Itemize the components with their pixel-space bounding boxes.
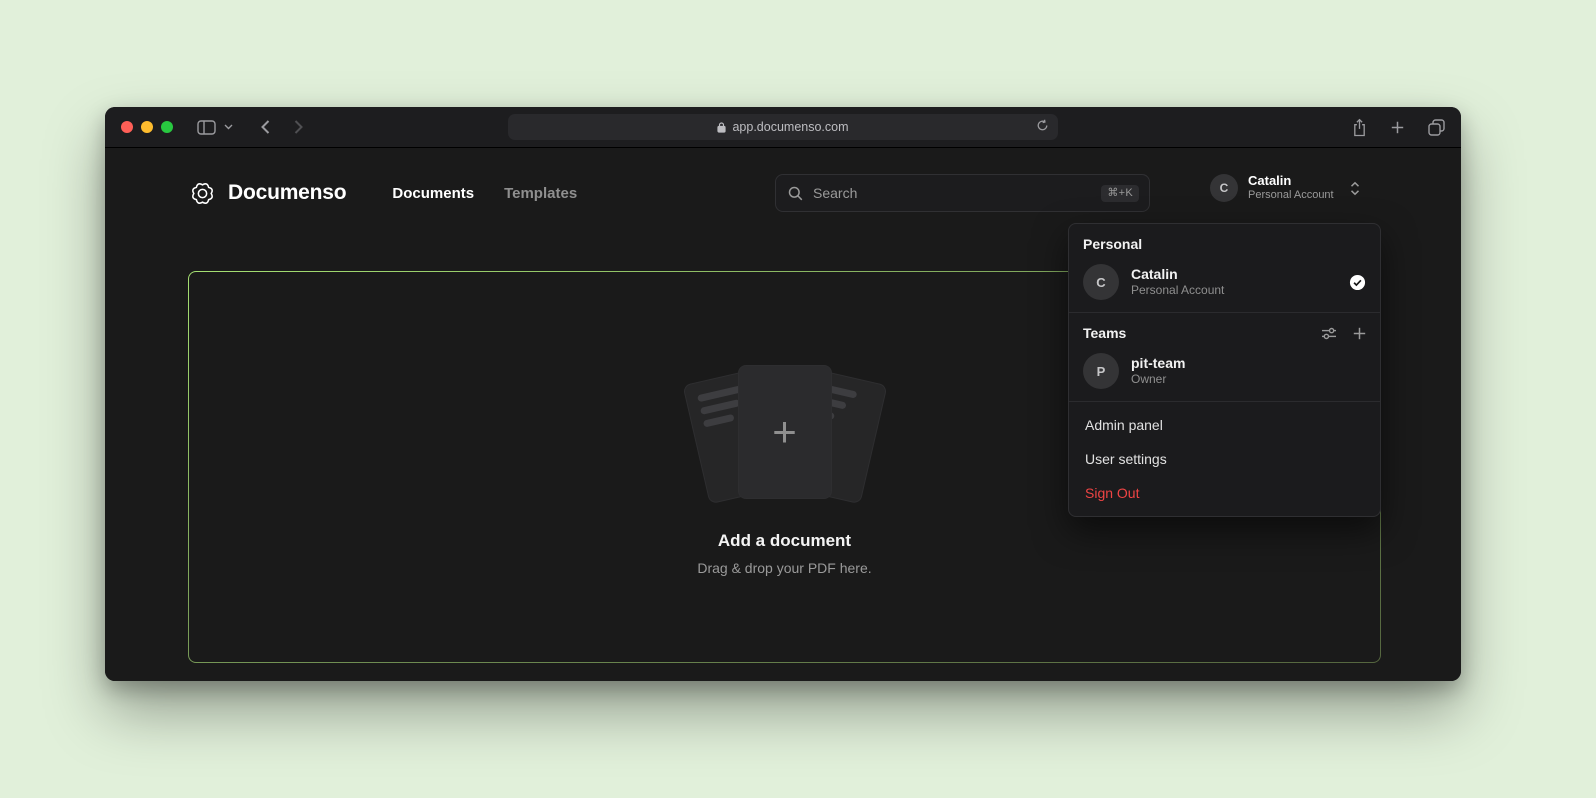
minimize-window-button[interactable] [141, 121, 153, 133]
nav-documents[interactable]: Documents [392, 185, 474, 202]
new-tab-plus-icon[interactable] [1391, 121, 1404, 134]
document-card-center: + [738, 365, 832, 499]
dropzone-subtitle: Drag & drop your PDF here. [697, 560, 871, 576]
team-item[interactable]: P pit-team Owner [1083, 353, 1366, 389]
lock-icon [717, 122, 726, 133]
teams-section-label: Teams [1083, 325, 1126, 341]
search-input[interactable] [811, 184, 1093, 202]
search-shortcut-badge: ⌘+K [1101, 185, 1139, 202]
add-team-icon[interactable] [1353, 327, 1366, 340]
personal-section: Personal C Catalin Personal Account [1069, 224, 1380, 312]
avatar: C [1210, 174, 1238, 202]
address-bar[interactable]: app.documenso.com [508, 114, 1058, 140]
search-icon [788, 186, 803, 201]
menu-item-sign-out[interactable]: Sign Out [1069, 476, 1380, 510]
sidebar-toggle-icon[interactable] [197, 120, 216, 135]
menu-item-admin-panel[interactable]: Admin panel [1069, 408, 1380, 442]
url-text: app.documenso.com [732, 120, 848, 134]
reload-icon[interactable] [1036, 119, 1049, 132]
plus-icon: + [772, 411, 797, 453]
tab-overview-icon[interactable] [1428, 119, 1445, 136]
main-nav: Documents Templates [392, 185, 577, 202]
close-window-button[interactable] [121, 121, 133, 133]
account-menu-trigger[interactable]: C Catalin Personal Account [1210, 173, 1360, 203]
manage-teams-icon[interactable] [1321, 327, 1337, 340]
personal-section-label: Personal [1083, 236, 1366, 252]
page-content: Documenso Documents Templates ⌘+K C Cata… [105, 148, 1461, 681]
browser-toolbar: app.documenso.com [105, 107, 1461, 148]
team-avatar: P [1083, 353, 1119, 389]
personal-account-item[interactable]: C Catalin Personal Account [1083, 264, 1366, 300]
avatar: C [1083, 264, 1119, 300]
menu-actions: Admin panel User settings Sign Out [1069, 402, 1380, 516]
team-role: Owner [1131, 372, 1366, 388]
documenso-logo-icon [189, 180, 216, 207]
documents-illustration: + [675, 359, 895, 511]
account-name: Catalin [1248, 173, 1334, 189]
account-dropdown-menu: Personal C Catalin Personal Account [1068, 223, 1381, 517]
teams-section: Teams [1069, 313, 1380, 401]
window-controls [121, 121, 173, 133]
sidebar-chevron-down-icon[interactable] [224, 124, 233, 130]
share-icon[interactable] [1352, 118, 1367, 137]
personal-account-subtitle: Personal Account [1131, 283, 1337, 299]
forward-button-icon[interactable] [294, 120, 303, 134]
browser-window: app.documenso.com [105, 107, 1461, 681]
account-subtitle: Personal Account [1248, 189, 1334, 203]
nav-templates[interactable]: Templates [504, 185, 577, 202]
team-name: pit-team [1131, 354, 1366, 372]
brand-name: Documenso [228, 181, 346, 205]
menu-item-user-settings[interactable]: User settings [1069, 442, 1380, 476]
selected-check-icon [1349, 274, 1366, 291]
dropzone-title: Add a document [718, 531, 851, 551]
search-bar[interactable]: ⌘+K [775, 174, 1150, 212]
chevron-up-down-icon [1350, 181, 1360, 196]
zoom-window-button[interactable] [161, 121, 173, 133]
brand[interactable]: Documenso [189, 180, 346, 207]
back-button-icon[interactable] [261, 120, 270, 134]
personal-account-name: Catalin [1131, 265, 1337, 283]
